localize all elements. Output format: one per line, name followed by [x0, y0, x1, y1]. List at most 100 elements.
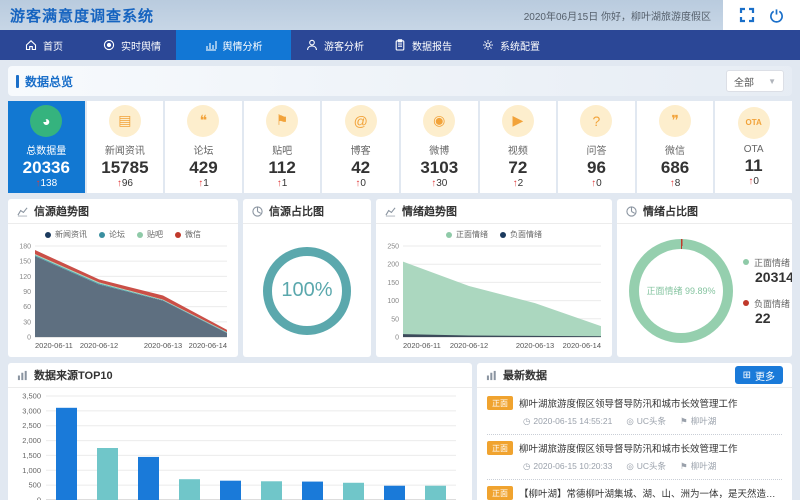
emotion-share-header: 情绪占比图	[617, 199, 792, 224]
nav-item-label: 游客分析	[324, 38, 364, 53]
power-icon[interactable]	[769, 8, 784, 23]
up-arrow-icon: ↑	[513, 178, 518, 189]
stat-change: ↑8	[670, 178, 681, 189]
svg-text:120: 120	[19, 274, 31, 281]
stat-card-论坛[interactable]: ❝论坛429↑1	[165, 101, 242, 193]
stat-change: ↑0	[748, 176, 759, 187]
filter-select[interactable]: 全部 ▼	[726, 70, 784, 92]
svg-text:0: 0	[37, 496, 41, 500]
stat-card-OTA[interactable]: OTAOTA11↑0	[715, 101, 792, 193]
stat-change: ↑138	[35, 178, 57, 189]
person-icon	[306, 39, 318, 51]
stat-card-微博[interactable]: ◉微博3103↑30	[401, 101, 478, 193]
stat-card-新闻资讯[interactable]: ▤新闻资讯15785↑96	[87, 101, 164, 193]
emotion-share-legend: 正面情绪20314负面情绪22	[743, 256, 792, 326]
stat-value: 20336	[23, 157, 70, 178]
nav-item-实时舆情[interactable]: 实时舆情	[88, 30, 176, 60]
stat-value: 11	[745, 155, 763, 176]
tag-icon: ⚑	[266, 105, 298, 137]
ota-icon: OTA	[738, 107, 770, 139]
news-item[interactable]: 正面【柳叶湖】常德柳叶湖集城、湖、山、洲为一体，是天然造化的生态组合盆景...◷…	[487, 480, 782, 500]
stat-card-视频[interactable]: ▶视频72↑2	[480, 101, 557, 193]
source-icon: ◎	[626, 416, 633, 427]
svg-text:2020-06-12: 2020-06-12	[450, 341, 488, 350]
stats-row: ◕总数据量20336↑138▤新闻资讯15785↑96❝论坛429↑1⚑贴吧11…	[8, 101, 792, 193]
overview-bar: 数据总览 全部 ▼	[8, 66, 792, 96]
stat-card-博客[interactable]: @博客42↑0	[322, 101, 399, 193]
up-arrow-icon: ↑	[748, 176, 753, 187]
svg-text:3,500: 3,500	[22, 392, 41, 401]
svg-text:1,000: 1,000	[22, 466, 41, 475]
stat-value: 429	[189, 157, 217, 178]
svg-text:150: 150	[19, 259, 31, 266]
clock-icon: ◷	[523, 416, 530, 427]
nav-item-系统配置[interactable]: 系统配置	[467, 30, 555, 60]
stat-change: ↑30	[431, 178, 447, 189]
source-share-title: 信源占比图	[269, 203, 324, 219]
news-item[interactable]: 正面柳叶湖旅游度假区领导督导防汛和城市长效管理工作◷2020-06-15 14:…	[487, 390, 782, 435]
stat-card-问答[interactable]: ?问答96↑0	[558, 101, 635, 193]
pie-chart-icon	[252, 206, 263, 217]
news-meta: ◷2020-06-15 14:55:21◎UC头条⚑柳叶湖	[523, 415, 782, 427]
legend-item-正面情绪[interactable]: 正面情绪	[446, 229, 488, 240]
more-button[interactable]: ⊞ 更多	[735, 366, 783, 384]
svg-text:2020-06-13: 2020-06-13	[144, 341, 182, 350]
news-icon: ▤	[109, 105, 141, 137]
stat-value: 96	[587, 157, 606, 178]
nav-item-舆情分析[interactable]: 舆情分析	[176, 30, 291, 60]
line-chart-icon	[17, 206, 28, 217]
stat-card-贴吧[interactable]: ⚑贴吧112↑1	[244, 101, 321, 193]
stat-card-微信[interactable]: ❞微信686↑8	[637, 101, 714, 193]
svg-text:0: 0	[395, 335, 399, 342]
top10-title: 数据来源TOP10	[34, 367, 113, 383]
sentiment-badge: 正面	[487, 486, 513, 500]
news-item[interactable]: 正面柳叶湖旅游度假区领导督导防汛和城市长效管理工作◷2020-06-15 10:…	[487, 435, 782, 480]
main-nav: 首页 实时舆情舆情分析 游客分析数据报告系统配置	[0, 30, 800, 60]
stat-value: 72	[508, 157, 527, 178]
emotion-trend-title: 情绪趋势图	[402, 203, 457, 219]
pie-chart-icon	[626, 206, 637, 217]
source-share-header: 信源占比图	[243, 199, 371, 224]
nav-item-label: 首页	[43, 38, 63, 53]
emotion-trend-header: 情绪趋势图	[376, 199, 612, 224]
news-title: 柳叶湖旅游度假区领导督导防汛和城市长效管理工作	[519, 396, 738, 410]
stat-change: ↑0	[591, 178, 602, 189]
svg-text:1,500: 1,500	[22, 451, 41, 460]
clock-icon: ◷	[523, 461, 530, 472]
top10-panel: 数据来源TOP10 05001,0001,5002,0002,5003,0003…	[8, 363, 472, 500]
news-meta: ◷2020-06-15 10:20:33◎UC头条⚑柳叶湖	[523, 460, 782, 472]
stat-value: 3103	[420, 157, 458, 178]
svg-text:2,000: 2,000	[22, 436, 41, 445]
legend-item-论坛[interactable]: 论坛	[99, 229, 125, 240]
bar-chart-icon	[486, 370, 497, 381]
location-icon: ⚑	[680, 416, 688, 427]
up-arrow-icon: ↑	[591, 178, 596, 189]
svg-text:60: 60	[23, 304, 31, 311]
svg-text:250: 250	[387, 244, 399, 251]
nav-item-首页[interactable]: 首页	[0, 30, 88, 60]
emotion-share-center-text: 正面情绪 99.89%	[646, 284, 715, 297]
svg-text:2020-06-12: 2020-06-12	[80, 341, 118, 350]
legend-item-微信[interactable]: 微信	[175, 229, 201, 240]
emotion-share-title: 情绪占比图	[643, 203, 698, 219]
svg-text:30: 30	[23, 319, 31, 326]
stat-change: ↑1	[198, 178, 209, 189]
legend-item-负面情绪[interactable]: 负面情绪	[500, 229, 542, 240]
emotion-share-panel: 情绪占比图 正面情绪 99.89% 正面情绪20314负面情绪22	[617, 199, 792, 357]
nav-item-数据报告[interactable]: 数据报告	[379, 30, 467, 60]
fullscreen-icon[interactable]	[739, 7, 755, 23]
stat-change: ↑96	[117, 178, 133, 189]
source-trend-chart: 03060901201501802020-06-112020-06-122020…	[8, 240, 232, 350]
news-list: 正面 柳叶湖旅游度假区领导督导防汛和城市长效管理工作 ◷2020-06-15 14:…	[477, 388, 792, 500]
emotion-share-donut: 正面情绪 99.89%	[629, 239, 733, 343]
stat-card-总数据量[interactable]: ◕总数据量20336↑138	[8, 101, 85, 193]
svg-text:100: 100	[387, 298, 399, 305]
svg-text:3,000: 3,000	[22, 406, 41, 415]
legend-item-新闻资讯[interactable]: 新闻资讯	[45, 229, 87, 240]
legend-item-贴吧[interactable]: 贴吧	[137, 229, 163, 240]
svg-text:2020-06-11: 2020-06-11	[403, 341, 441, 350]
up-arrow-icon: ↑	[431, 178, 436, 189]
home-icon	[25, 39, 37, 51]
qa-icon: ?	[580, 105, 612, 137]
nav-item-游客分析[interactable]: 游客分析	[291, 30, 379, 60]
